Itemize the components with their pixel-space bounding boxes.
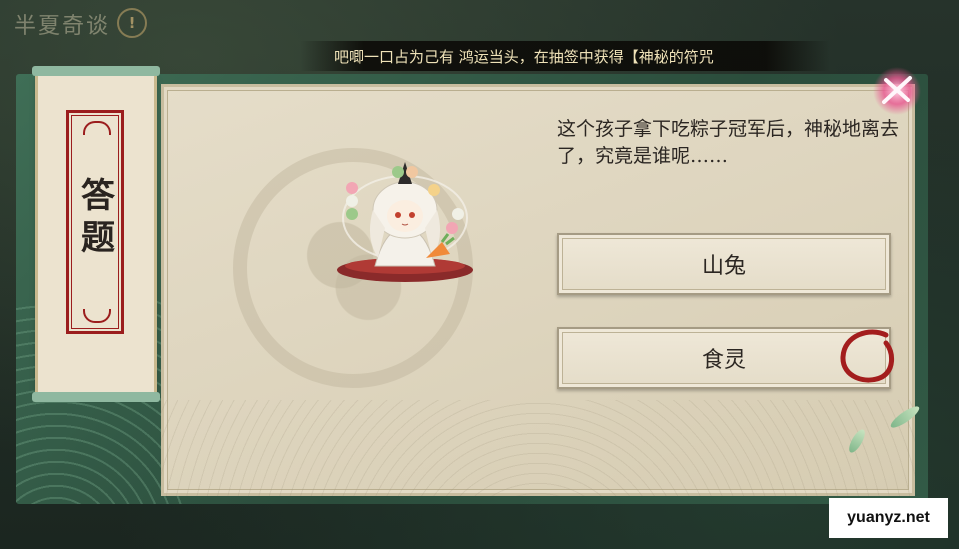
question-text: 这个孩子拿下吃粽子冠军后，神秘地离去了，究竟是谁呢…… [557,118,900,167]
fan-ornament-icon [83,309,111,323]
side-title: 答题 [74,177,115,261]
answer-option-label: 食灵 [701,348,746,373]
fan-ornament-icon [83,121,111,135]
side-scroll: 答题 [32,66,160,402]
answer-option-1[interactable]: 山兔 [557,233,891,295]
red-brush-circle-icon [840,329,894,383]
paper-wave-pattern [161,400,915,496]
watermark: yuanyz.net [829,498,948,538]
close-icon[interactable] [868,66,926,116]
warning-icon[interactable]: ! [117,8,147,38]
answer-option-label: 山兔 [701,254,746,279]
announcement-marquee: 吧唧一口占为己有 鸿运当头，在抽签中获得【神秘的符咒 [300,41,830,71]
character-shikigami-icon [337,162,473,282]
event-title: 半夏奇谈 [14,14,111,39]
side-title-frame: 答题 [66,110,124,334]
marquee-text: 吧唧一口占为己有 鸿运当头，在抽签中获得【神秘的符咒 [334,47,714,66]
